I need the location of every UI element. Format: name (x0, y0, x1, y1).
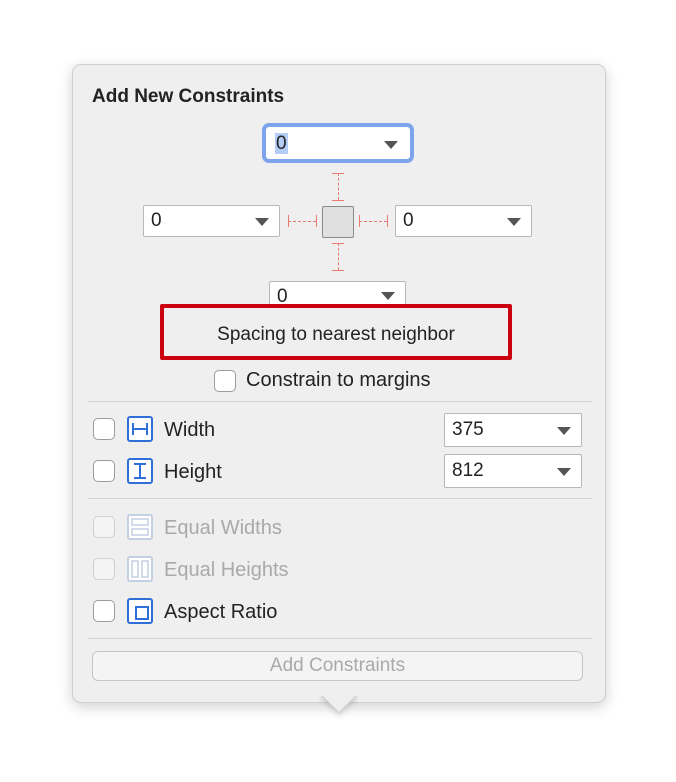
height-label: Height (164, 461, 222, 483)
chevron-down-icon[interactable] (557, 427, 571, 435)
view-preview-box (322, 206, 354, 238)
right-strut[interactable] (359, 221, 387, 222)
left-strut[interactable] (288, 221, 316, 222)
height-value-field[interactable]: 812 (444, 454, 582, 488)
divider (88, 498, 592, 499)
aspect-ratio-label: Aspect Ratio (164, 601, 278, 623)
top-strut[interactable] (338, 173, 339, 200)
chevron-down-icon[interactable] (557, 468, 571, 476)
aspect-ratio-icon (127, 598, 153, 624)
aspect-ratio-checkbox[interactable] (93, 600, 115, 622)
height-checkbox[interactable] (93, 460, 115, 482)
equal-heights-checkbox[interactable] (93, 558, 115, 580)
divider (88, 401, 592, 402)
width-value-field[interactable]: 375 (444, 413, 582, 447)
height-icon (127, 458, 153, 484)
add-constraints-button[interactable]: Add Constraints (92, 651, 583, 681)
right-spacing-field[interactable]: 0 (395, 205, 532, 237)
equal-widths-icon (127, 514, 153, 540)
top-strut-cap[interactable] (332, 200, 344, 201)
chevron-down-icon[interactable] (384, 141, 398, 149)
width-label: Width (164, 419, 216, 441)
bottom-strut[interactable] (338, 243, 339, 270)
right-spacing-value: 0 (403, 210, 414, 231)
spacing-hint-label: Spacing to nearest neighbor (217, 324, 455, 345)
chevron-down-icon[interactable] (381, 292, 395, 300)
equal-widths-checkbox[interactable] (93, 516, 115, 538)
popover-arrow (318, 696, 358, 724)
chevron-down-icon[interactable] (255, 218, 269, 226)
width-value: 375 (452, 419, 484, 440)
right-strut-cap[interactable] (387, 215, 388, 227)
divider (88, 638, 592, 639)
chevron-down-icon[interactable] (507, 218, 521, 226)
equal-widths-label: Equal Widths (164, 517, 282, 539)
top-spacing-value: 0 (275, 133, 288, 154)
equal-heights-icon (127, 556, 153, 582)
popover-title: Add New Constraints (92, 86, 285, 107)
constrain-margins-checkbox[interactable] (214, 370, 236, 392)
width-checkbox[interactable] (93, 418, 115, 440)
bottom-strut-cap[interactable] (332, 270, 344, 271)
left-strut-cap[interactable] (316, 215, 317, 227)
height-value: 812 (452, 460, 484, 481)
equal-heights-label: Equal Heights (164, 559, 289, 581)
width-icon (127, 416, 153, 442)
top-spacing-field[interactable]: 0 (262, 123, 414, 163)
constrain-margins-label: Constrain to margins (246, 369, 431, 391)
left-spacing-field[interactable]: 0 (143, 205, 280, 237)
left-spacing-value: 0 (151, 210, 162, 231)
